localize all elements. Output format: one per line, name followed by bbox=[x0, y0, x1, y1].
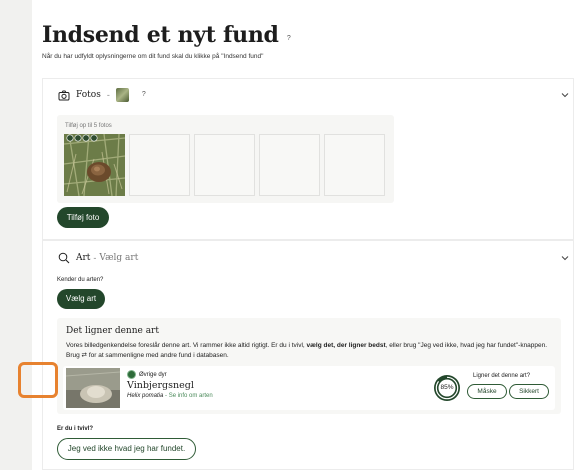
confidence-ring: 85% bbox=[433, 374, 461, 402]
search-icon bbox=[58, 252, 70, 264]
candidate-card[interactable]: Øvrige dyr Vinbjergsnegl Helix pomatia -… bbox=[63, 366, 555, 410]
suggestion-text-a: Vores billedgenkendelse foreslår denne a… bbox=[66, 342, 305, 349]
candidate-group-label: Øvrige dyr bbox=[139, 371, 167, 378]
candidate-question: Ligner det denne art? bbox=[473, 373, 531, 379]
candidate-link-sep: - bbox=[165, 393, 168, 399]
photos-header[interactable]: Fotos - ? bbox=[58, 88, 150, 102]
candidate-image[interactable] bbox=[66, 368, 120, 408]
species-info-link[interactable]: Se info om arten bbox=[169, 393, 213, 399]
photos-chevron-down-icon[interactable] bbox=[560, 90, 570, 100]
candidate-group: Øvrige dyr bbox=[127, 370, 167, 379]
photos-help-icon[interactable]: ? bbox=[138, 89, 150, 101]
photo-slot-5[interactable] bbox=[324, 134, 385, 196]
species-header[interactable]: Art - Vælg art bbox=[58, 252, 138, 264]
photo-slot-1[interactable] bbox=[64, 134, 125, 196]
candidate-latin: Helix pomatia - Se info om arten bbox=[127, 393, 213, 399]
species-choose-text: Vælg art bbox=[99, 253, 139, 263]
page-title: Indsend et nyt fund? bbox=[42, 22, 295, 48]
suggestion-box: Det ligner denne art Vores billedgenkend… bbox=[57, 318, 561, 414]
snail-photo bbox=[64, 134, 125, 196]
maybe-button[interactable]: Måske bbox=[467, 384, 507, 399]
photos-dash: - bbox=[106, 90, 110, 100]
suggestion-title: Det ligner denne art bbox=[66, 326, 159, 336]
photos-label: Fotos bbox=[76, 90, 101, 100]
compare-icon: ⇄ bbox=[81, 352, 87, 359]
species-dash: - bbox=[93, 253, 97, 263]
add-photo-button[interactable]: Tilføj foto bbox=[57, 207, 109, 228]
photo-hint: Tilføj op til 5 fotos bbox=[65, 123, 112, 129]
doubt-label: Er du i tvivl? bbox=[57, 426, 94, 432]
candidate-snail-photo bbox=[66, 368, 120, 408]
know-species-question: Kender du arten? bbox=[57, 277, 104, 283]
species-label: Art bbox=[76, 253, 91, 263]
suggestion-text: Vores billedgenkendelse foreslår denne a… bbox=[66, 341, 554, 361]
page-subtitle: Når du har udfyldt oplysningerne om dit … bbox=[42, 53, 264, 60]
suggestion-text-bold: vælg det, der ligner bedst bbox=[306, 342, 386, 349]
sure-button[interactable]: Sikkert bbox=[509, 384, 549, 399]
suggestion-text-c: for at sammenligne med andre fund i data… bbox=[88, 352, 229, 359]
photo-upload-area[interactable]: Tilføj op til 5 fotos bbox=[57, 115, 394, 203]
choose-species-button[interactable]: Vælg art bbox=[57, 289, 105, 309]
highlight-box bbox=[18, 362, 58, 398]
dont-know-button[interactable]: Jeg ved ikke hvad jeg har fundet. bbox=[57, 438, 196, 460]
candidate-name: Vinbjergsnegl bbox=[127, 380, 194, 391]
species-chevron-down-icon[interactable] bbox=[560, 253, 570, 263]
photo-slot-4[interactable] bbox=[259, 134, 320, 196]
photo-thumbnail-icon bbox=[115, 88, 129, 102]
candidate-latin-name: Helix pomatia bbox=[127, 393, 164, 399]
photo-slot-3[interactable] bbox=[194, 134, 255, 196]
page-title-text: Indsend et nyt fund bbox=[42, 22, 279, 48]
camera-icon bbox=[58, 90, 70, 100]
title-help-icon[interactable]: ? bbox=[283, 33, 295, 45]
confidence-value: 85% bbox=[440, 384, 454, 391]
photo-slot-2[interactable] bbox=[129, 134, 190, 196]
page: Indsend et nyt fund? Når du har udfyldt … bbox=[32, 0, 584, 470]
group-badge-icon bbox=[127, 370, 136, 379]
